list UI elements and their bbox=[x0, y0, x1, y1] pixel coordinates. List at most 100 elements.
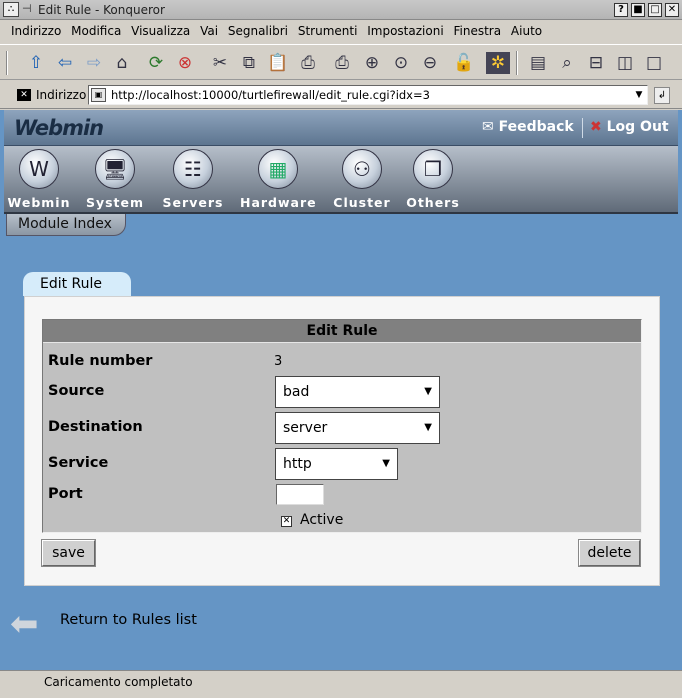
text-view-icon[interactable]: ▤ bbox=[526, 52, 550, 74]
status-bar: Caricamento completato bbox=[0, 670, 682, 698]
destination-select[interactable]: server ▼ bbox=[275, 412, 440, 444]
page-content: Webmin ✉ Feedback ✖ Log Out W Webmin 🖥 S… bbox=[0, 110, 682, 670]
toolbar: ⇧ ⇦ ⇨ ⌂ ⟳ ⊗ ✂ ⧉ 📋 ⎙ ⎙ ⊕ ⊙ ⊖ 🔓 ✲ ▤ ⌕ ⊟ ◫ … bbox=[0, 44, 682, 80]
menu-visualizza[interactable]: Visualizza bbox=[128, 21, 193, 41]
konqueror-gear-icon[interactable]: ✲ bbox=[486, 52, 510, 74]
active-label: Active bbox=[300, 512, 344, 528]
chevron-down-icon: ▼ bbox=[424, 422, 432, 433]
split-horizontal-icon[interactable]: ⊟ bbox=[584, 52, 608, 74]
cut-icon[interactable]: ✂ bbox=[208, 52, 232, 74]
envelope-icon: ✉ bbox=[482, 119, 499, 135]
minimize-window-button[interactable]: ■ bbox=[631, 3, 645, 17]
security-lock-icon[interactable]: 🔓 bbox=[452, 52, 476, 74]
hardware-board-icon: ▦ bbox=[258, 149, 298, 189]
toolbar-separator bbox=[6, 51, 8, 75]
delete-button[interactable]: delete bbox=[578, 539, 641, 567]
tab-edit-rule[interactable]: Edit Rule bbox=[23, 272, 131, 296]
port-input[interactable] bbox=[276, 484, 324, 505]
return-to-rules-link[interactable]: Return to Rules list bbox=[60, 612, 197, 628]
source-selected-value: bad bbox=[283, 384, 310, 400]
feedback-link[interactable]: ✉ Feedback bbox=[482, 119, 574, 135]
destination-selected-value: server bbox=[283, 420, 328, 436]
port-label: Port bbox=[48, 486, 83, 502]
logout-icon: ✖ bbox=[590, 119, 607, 135]
webmin-logo-icon: W bbox=[19, 149, 59, 189]
page-icon: ▣ bbox=[91, 88, 106, 102]
menu-modifica[interactable]: Modifica bbox=[68, 21, 124, 41]
edit-rule-form: Edit Rule Rule number 3 Source bad ▼ Des… bbox=[42, 319, 642, 533]
url-input[interactable]: ▣ http://localhost:10000/turtlefirewall/… bbox=[88, 85, 648, 105]
zoom-out-icon[interactable]: ⊖ bbox=[418, 52, 442, 74]
chevron-down-icon[interactable]: ▼ bbox=[633, 88, 645, 102]
category-hardware[interactable]: ▦ Hardware bbox=[240, 149, 316, 213]
back-arrow-icon[interactable]: ⇦ bbox=[53, 52, 77, 74]
blank-view-icon[interactable]: □ bbox=[642, 52, 666, 74]
find-icon[interactable]: ⌕ bbox=[555, 52, 579, 74]
chevron-down-icon: ▼ bbox=[382, 458, 390, 469]
menu-finestra[interactable]: Finestra bbox=[450, 21, 504, 41]
location-bar: ✕ Indirizzo ▣ http://localhost:10000/tur… bbox=[0, 81, 682, 109]
close-window-button[interactable]: ✕ bbox=[665, 3, 679, 17]
form-panel: Edit Rule Rule number 3 Source bad ▼ Des… bbox=[24, 296, 660, 586]
maximize-window-button[interactable]: □ bbox=[648, 3, 662, 17]
rule-number-value: 3 bbox=[274, 354, 283, 369]
forward-arrow-icon[interactable]: ⇨ bbox=[82, 52, 106, 74]
active-checkbox[interactable]: ✕ bbox=[281, 516, 292, 527]
reload-icon[interactable]: ⟳ bbox=[144, 52, 168, 74]
source-label: Source bbox=[48, 383, 105, 399]
menu-aiuto[interactable]: Aiuto bbox=[508, 21, 545, 41]
paste-icon[interactable]: 📋 bbox=[266, 52, 290, 74]
location-label: Indirizzo bbox=[36, 88, 87, 102]
home-icon[interactable]: ⌂ bbox=[110, 52, 134, 74]
menu-indirizzo[interactable]: Indirizzo bbox=[8, 21, 64, 41]
zoom-normal-icon[interactable]: ⊙ bbox=[389, 52, 413, 74]
category-others[interactable]: ❐ Others bbox=[395, 149, 471, 213]
print-preview-icon[interactable]: ⎙ bbox=[330, 52, 354, 74]
zoom-in-icon[interactable]: ⊕ bbox=[360, 52, 384, 74]
copy-icon[interactable]: ⧉ bbox=[237, 52, 261, 74]
menu-vai[interactable]: Vai bbox=[197, 21, 221, 41]
url-text[interactable]: http://localhost:10000/turtlefirewall/ed… bbox=[111, 88, 430, 102]
service-select[interactable]: http ▼ bbox=[275, 448, 398, 480]
category-servers[interactable]: ☷ Servers bbox=[155, 149, 231, 213]
title-bar[interactable]: ⛬ ⊣ Edit Rule - Konqueror ? ■ □ ✕ bbox=[0, 0, 682, 20]
window-title: Edit Rule - Konqueror bbox=[38, 3, 165, 17]
back-arrow-icon[interactable]: ⬅ bbox=[10, 606, 46, 642]
destination-label: Destination bbox=[48, 419, 143, 435]
header-divider bbox=[582, 118, 583, 138]
category-bar: W Webmin 🖥 System ☷ Servers ▦ Hardware ⚇… bbox=[4, 146, 678, 214]
clear-location-icon[interactable]: ✕ bbox=[17, 89, 31, 101]
split-vertical-icon[interactable]: ◫ bbox=[613, 52, 637, 74]
servers-icon: ☷ bbox=[173, 149, 213, 189]
system-monitor-icon: 🖥 bbox=[95, 149, 135, 189]
form-header: Edit Rule bbox=[43, 320, 641, 343]
logout-link[interactable]: ✖ Log Out bbox=[590, 119, 669, 135]
up-arrow-icon[interactable]: ⇧ bbox=[24, 52, 48, 74]
help-window-button[interactable]: ? bbox=[614, 3, 628, 17]
konqueror-app-icon[interactable]: ⛬ bbox=[3, 2, 19, 17]
category-system[interactable]: 🖥 System bbox=[77, 149, 153, 213]
chevron-down-icon: ▼ bbox=[424, 386, 432, 397]
webmin-header: Webmin ✉ Feedback ✖ Log Out bbox=[4, 110, 678, 146]
service-label: Service bbox=[48, 455, 109, 471]
status-text: Caricamento completato bbox=[44, 675, 193, 689]
others-windows-icon: ❐ bbox=[413, 149, 453, 189]
print-icon[interactable]: ⎙ bbox=[296, 52, 320, 74]
pin-icon[interactable]: ⊣ bbox=[22, 2, 32, 15]
module-index-tab[interactable]: Module Index bbox=[6, 214, 126, 236]
category-webmin[interactable]: W Webmin bbox=[1, 149, 77, 213]
source-select[interactable]: bad ▼ bbox=[275, 376, 440, 408]
toolbar-separator bbox=[516, 51, 518, 75]
rule-number-label: Rule number bbox=[48, 353, 153, 369]
menu-strumenti[interactable]: Strumenti bbox=[295, 21, 361, 41]
menu-bar: Indirizzo Modifica Visualizza Vai Segnal… bbox=[0, 21, 682, 43]
save-button[interactable]: save bbox=[41, 539, 96, 567]
go-icon[interactable]: ↲ bbox=[654, 87, 670, 104]
webmin-logo[interactable]: Webmin bbox=[14, 116, 104, 140]
menu-segnalibri[interactable]: Segnalibri bbox=[225, 21, 291, 41]
category-cluster[interactable]: ⚇ Cluster bbox=[324, 149, 400, 213]
cluster-network-icon: ⚇ bbox=[342, 149, 382, 189]
stop-icon[interactable]: ⊗ bbox=[173, 52, 197, 74]
menu-impostazioni[interactable]: Impostazioni bbox=[364, 21, 446, 41]
service-selected-value: http bbox=[283, 456, 312, 472]
